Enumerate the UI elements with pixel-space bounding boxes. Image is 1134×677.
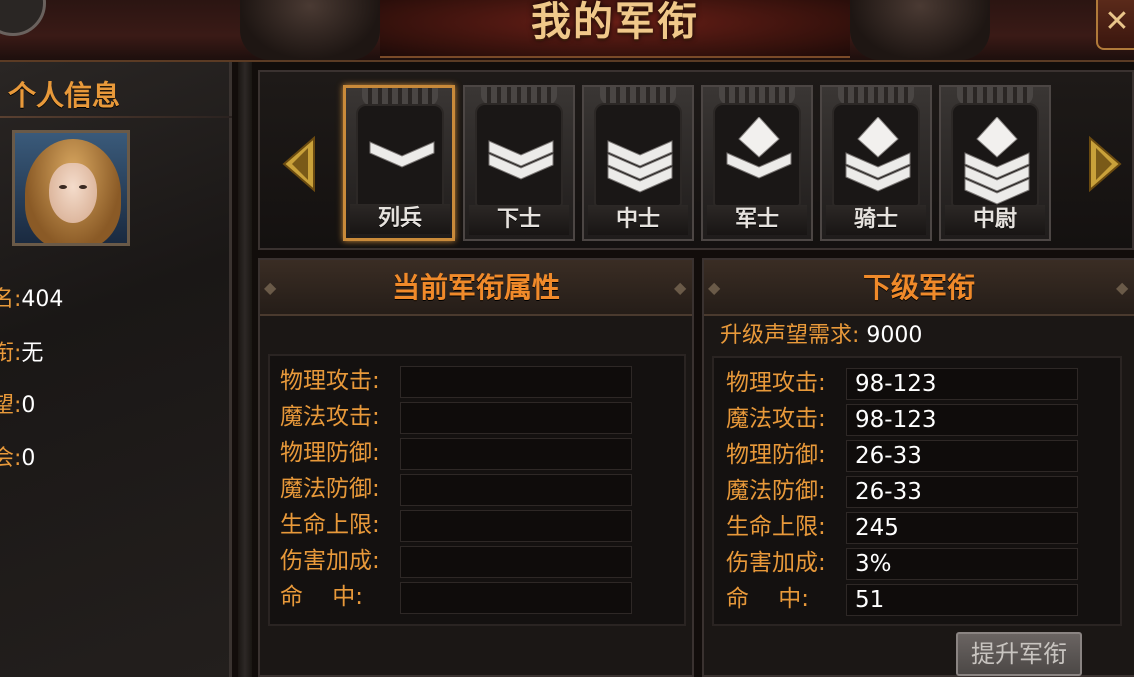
stat-label: 物理防御: xyxy=(726,442,826,468)
stat-value xyxy=(400,402,632,434)
upgrade-requirement: 升级声望需求: 9000 xyxy=(720,317,922,349)
arrow-left-icon xyxy=(282,135,315,193)
stat-label: 命 中: xyxy=(280,584,363,610)
current-rank-panel: ◆ ◆ 当前军衔属性 物理攻击: 魔法攻击: 物理防御: 魔法防御: 生命上限: 伤害加成… xyxy=(258,258,694,677)
stat-label: 伤害加成: xyxy=(726,550,826,576)
rank-insignia-icon xyxy=(964,117,1030,205)
stat-label: 魔法攻击: xyxy=(280,404,380,430)
stat-label: 伤害加成: xyxy=(280,548,380,574)
stat-label: 物理防御: xyxy=(280,440,380,466)
rank-label: 列兵 xyxy=(350,204,450,234)
profile-row: 会:0 xyxy=(0,440,35,472)
rank-card[interactable]: 骑士 xyxy=(820,85,932,241)
profile-row-value: 404 xyxy=(21,287,64,312)
rank-card[interactable]: 下士 xyxy=(463,85,575,241)
stat-row: 生命上限: 245 xyxy=(714,510,1120,544)
stat-label: 魔法防御: xyxy=(726,478,826,504)
panel-divider xyxy=(238,62,252,677)
profile-row: 名:404 xyxy=(0,281,63,313)
stat-label: 魔法攻击: xyxy=(726,406,826,432)
stat-value xyxy=(400,474,632,506)
profile-row: 衔:无 xyxy=(0,335,43,367)
stat-row: 物理防御: xyxy=(270,436,684,470)
stat-label: 命 中: xyxy=(726,586,809,612)
avatar[interactable] xyxy=(12,130,130,246)
profile-row-label: 会: xyxy=(0,446,22,471)
stat-value xyxy=(400,438,632,470)
current-stats-box: 物理攻击: 魔法攻击: 物理防御: 魔法防御: 生命上限: 伤害加成: 命 中: xyxy=(268,354,686,626)
stat-value: 245 xyxy=(846,512,1078,544)
stat-label: 生命上限: xyxy=(280,512,380,538)
title-ornament-right xyxy=(850,0,990,60)
stat-row: 物理防御: 26-33 xyxy=(714,438,1120,472)
profile-section-title: 个人信息 xyxy=(8,79,121,112)
rank-card[interactable]: 列兵 xyxy=(343,85,455,241)
stat-label: 物理攻击: xyxy=(280,368,380,394)
stat-label: 物理攻击: xyxy=(726,370,826,396)
profile-row-label: 望: xyxy=(0,393,22,418)
stat-label: 生命上限: xyxy=(726,514,826,540)
stat-row: 魔法防御: xyxy=(270,472,684,506)
rank-insignia-icon xyxy=(607,140,673,193)
rank-insignia-icon xyxy=(845,117,911,192)
stat-value: 98-123 xyxy=(846,404,1078,436)
rank-label: 军士 xyxy=(707,205,807,235)
close-button[interactable]: ✕ xyxy=(1096,0,1134,50)
rank-insignia-icon xyxy=(726,117,792,179)
prev-rank-arrow[interactable] xyxy=(282,135,316,193)
stat-value xyxy=(400,582,632,614)
stat-value xyxy=(400,366,632,398)
stat-value xyxy=(400,510,632,542)
stat-value: 51 xyxy=(846,584,1078,616)
rank-label: 骑士 xyxy=(826,205,926,235)
next-rank-title: 下级军衔 xyxy=(862,271,975,304)
requirement-value: 9000 xyxy=(866,323,923,348)
rank-label: 中士 xyxy=(588,205,688,235)
rank-label: 下士 xyxy=(469,205,569,235)
upgrade-rank-button[interactable]: 提升军衔 xyxy=(956,632,1082,676)
current-rank-title: 当前军衔属性 xyxy=(391,271,560,304)
stat-row: 魔法攻击: xyxy=(270,400,684,434)
profile-row-value: 0 xyxy=(21,393,36,418)
profile-row: 望:0 xyxy=(0,387,35,419)
stat-value: 98-123 xyxy=(846,368,1078,400)
profile-row-label: 衔: xyxy=(0,341,22,366)
stat-row: 命 中: xyxy=(270,580,684,614)
rank-label: 中尉 xyxy=(945,205,1045,235)
profile-row-label: 名: xyxy=(0,287,22,312)
requirement-label: 升级声望需求: xyxy=(720,323,860,348)
stat-label: 魔法防御: xyxy=(280,476,380,502)
rank-card[interactable]: 中士 xyxy=(582,85,694,241)
stat-row: 生命上限: xyxy=(270,508,684,542)
stat-row: 魔法防御: 26-33 xyxy=(714,474,1120,508)
stat-row: 伤害加成: xyxy=(270,544,684,578)
stat-row: 魔法攻击: 98-123 xyxy=(714,402,1120,436)
next-stats-box: 物理攻击: 98-123 魔法攻击: 98-123 物理防御: 26-33 魔法防御: 26-… xyxy=(712,356,1122,626)
rank-insignia-icon xyxy=(488,140,554,180)
stat-row: 物理攻击: xyxy=(270,364,684,398)
rank-card[interactable]: 军士 xyxy=(701,85,813,241)
rank-insignia-icon xyxy=(369,141,435,168)
rank-card[interactable]: 中尉 xyxy=(939,85,1051,241)
panel-header: ◆ ◆ 下级军衔 xyxy=(704,260,1134,316)
title-ornament-left xyxy=(240,0,380,60)
arrow-right-icon xyxy=(1089,135,1122,193)
stat-value: 26-33 xyxy=(846,476,1078,508)
profile-row-value: 0 xyxy=(21,446,36,471)
stat-row: 伤害加成: 3% xyxy=(714,546,1120,580)
stat-row: 物理攻击: 98-123 xyxy=(714,366,1120,400)
stat-row: 命 中: 51 xyxy=(714,582,1120,616)
section-divider xyxy=(0,116,232,118)
page-title: 我的军衔 xyxy=(531,0,699,45)
stat-value xyxy=(400,546,632,578)
profile-row-value: 无 xyxy=(21,341,44,366)
stat-value: 3% xyxy=(846,548,1078,580)
panel-header: ◆ ◆ 当前军衔属性 xyxy=(260,260,692,316)
next-rank-arrow[interactable] xyxy=(1088,135,1122,193)
stat-value: 26-33 xyxy=(846,440,1078,472)
